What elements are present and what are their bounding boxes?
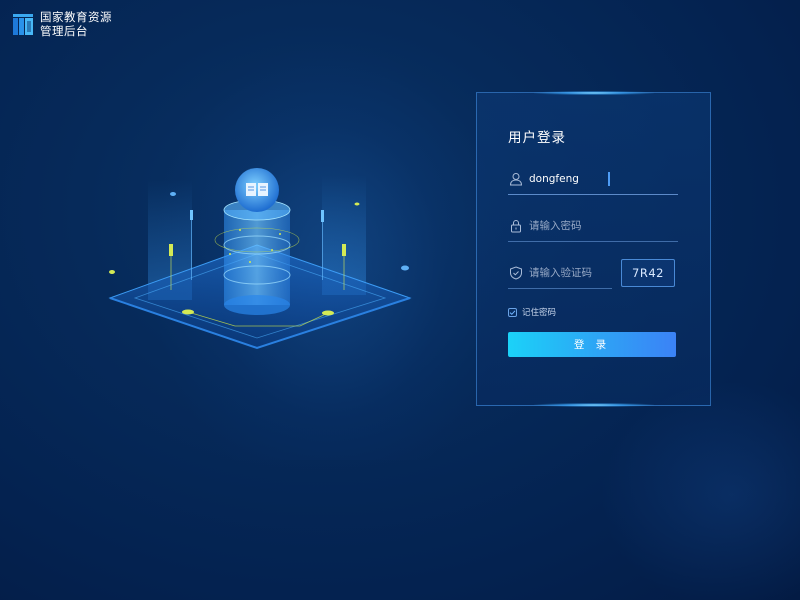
username-field[interactable]: [508, 164, 678, 195]
circuit-node-left: [182, 309, 194, 315]
username-input[interactable]: [529, 169, 678, 189]
app-title-line2: 管理后台: [40, 24, 88, 38]
server-illustration: [108, 168, 412, 350]
orb: [235, 168, 279, 212]
remember-password[interactable]: 记住密码: [508, 306, 556, 318]
user-icon: [509, 173, 523, 186]
login-title: 用户登录: [508, 130, 566, 146]
particle: [354, 202, 360, 206]
card-glow-bottom: [533, 403, 654, 407]
login-button[interactable]: 登 录: [508, 332, 676, 357]
remember-label: 记住密码: [522, 308, 557, 318]
book-stack-logo-icon: [13, 14, 33, 35]
remember-checkbox[interactable]: [508, 307, 517, 317]
pillar-1: [190, 210, 193, 220]
shield-check-icon: [510, 266, 522, 280]
password-field[interactable]: [508, 211, 678, 242]
captcha-input[interactable]: [529, 263, 612, 283]
particle: [279, 233, 281, 235]
background-glow-right: [600, 380, 800, 600]
app-logo: 国家教育资源 管理后台: [12, 10, 112, 38]
pillar-2: [169, 244, 173, 256]
card-glow-top: [533, 91, 654, 95]
particle: [239, 229, 241, 231]
particle: [401, 265, 409, 271]
particle: [229, 253, 231, 255]
app-title: 国家教育资源 管理后台: [40, 10, 112, 38]
captcha-field[interactable]: [508, 258, 612, 289]
password-input[interactable]: [529, 216, 678, 236]
circuit-node-right: [322, 310, 334, 316]
particle: [170, 192, 176, 196]
check-icon: [509, 309, 516, 315]
text-cursor: [608, 172, 610, 186]
captcha-image[interactable]: 7R42: [621, 259, 675, 287]
particle: [271, 249, 273, 251]
login-card: 用户登录 7R42 记住密码 登: [476, 91, 711, 407]
particle: [249, 261, 251, 263]
lock-icon: [511, 220, 521, 233]
pillar-3: [321, 210, 324, 222]
app-title-line1: 国家教育资源: [40, 10, 112, 24]
tower-bottom: [224, 295, 290, 315]
pillar-4: [342, 244, 346, 256]
server-tower: [224, 210, 290, 305]
particle: [109, 270, 115, 274]
